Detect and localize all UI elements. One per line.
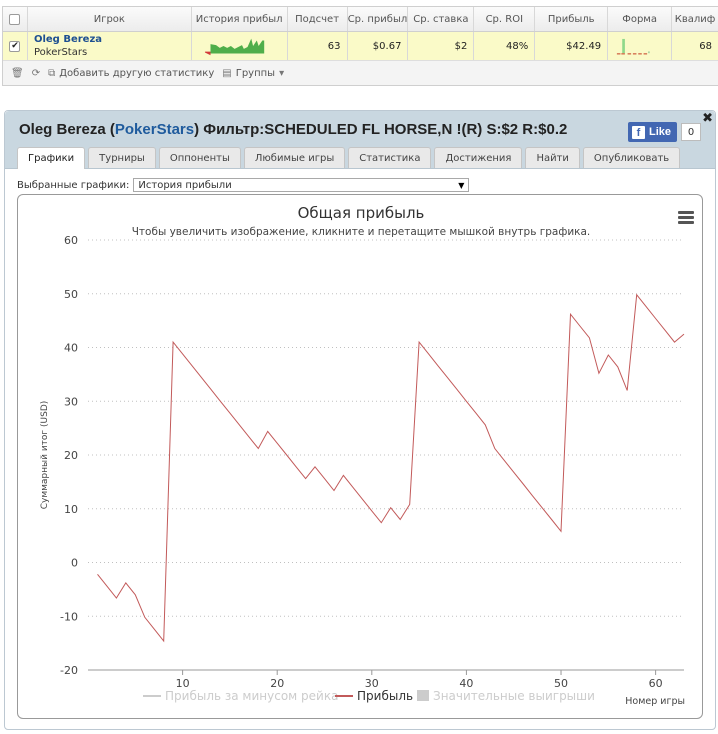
row-check-cell: ✔ [3, 32, 28, 60]
select-all-cell [3, 7, 28, 31]
chart-selector-label: Выбранные графики: [17, 179, 130, 191]
y-tick-label: -20 [60, 664, 78, 677]
table-toolbar: 🗑 ⟳ ⧉ Добавить другую статистику ▤ Групп… [3, 61, 718, 85]
x-axis-label: Номер игры [625, 696, 685, 707]
dropdown-arrow-icon: ▼ [458, 180, 465, 190]
chart-selector-value: История прибыли [138, 179, 232, 191]
like-count: 0 [681, 123, 701, 141]
legend-item-label[interactable]: Значительные выигрыши [433, 689, 595, 703]
select-all-checkbox[interactable] [9, 13, 21, 25]
add-stat-button[interactable]: ⧉ Добавить другую статистику [48, 68, 214, 79]
legend-item-label[interactable]: Прибыль за минусом рейка [165, 689, 338, 703]
y-tick-label: 0 [71, 557, 78, 570]
chart-title: Общая прибыль [298, 204, 425, 222]
groups-icon: ▤ [222, 67, 232, 79]
y-tick-label: 40 [64, 342, 78, 355]
table-header-row: Игрок История прибыл Подсчет Ср. прибыл … [3, 7, 718, 32]
column-header-avg-roi[interactable]: Ср. ROI [474, 7, 536, 31]
legend-item-label[interactable]: Прибыль [357, 689, 413, 703]
form-sparkline [617, 38, 650, 55]
column-header-player[interactable]: Игрок [28, 7, 192, 31]
tab-0[interactable]: Графики [17, 147, 86, 169]
column-header-qual[interactable]: Квалиф [672, 7, 718, 31]
tab-5[interactable]: Достижения [434, 147, 523, 168]
profit-history-sparkline [204, 38, 264, 55]
y-tick-label: -10 [60, 610, 78, 623]
groups-label: Группы [235, 67, 276, 79]
profit-history-sparkline-cell [192, 32, 288, 60]
trash-icon[interactable]: 🗑 [11, 68, 24, 79]
y-axis-label: Суммарный итог (USD) [40, 401, 50, 510]
count-cell: 63 [288, 32, 348, 60]
profit-cell: $42.49 [535, 32, 609, 60]
like-label: Like [648, 126, 671, 138]
avg-profit-cell: $0.67 [348, 32, 409, 60]
panel-tabs: Графики Турниры Оппоненты Любимые игры Стати… [17, 147, 681, 169]
series-line-profit [97, 293, 685, 643]
facebook-icon: f [631, 125, 645, 139]
player-cell: Oleg Bereza PokerStars [28, 32, 192, 60]
add-stat-label: Добавить другую статистику [59, 67, 215, 79]
column-header-avg-stake[interactable]: Ср. ставка [408, 7, 475, 31]
groups-dropdown[interactable]: ▤ Группы ▾ [222, 68, 284, 79]
title-open-paren: ( [105, 121, 115, 138]
tab-2[interactable]: Оппоненты [158, 147, 241, 168]
chart-menu-icon[interactable] [678, 211, 694, 226]
legend-symbol-significant-wins [417, 690, 429, 701]
panel-title: Oleg Bereza (PokerStars) Фильтр:SCHEDULE… [19, 121, 567, 138]
title-room-link[interactable]: PokerStars [115, 121, 194, 138]
refresh-icon[interactable]: ⟳ [32, 68, 40, 79]
tab-6[interactable]: Найти [525, 147, 580, 168]
avg-stake-cell: $2 [408, 32, 475, 60]
qual-cell: 68 [699, 40, 713, 52]
tab-3[interactable]: Любимые игры [243, 147, 346, 168]
panel-header: Oleg Bereza (PokerStars) Фильтр:SCHEDULE… [5, 111, 715, 169]
title-player: Oleg Bereza [19, 121, 106, 138]
y-tick-label: 60 [64, 234, 78, 247]
facebook-like-button[interactable]: f Like [627, 122, 677, 142]
chevron-down-icon: ▾ [279, 67, 285, 79]
chart-selector-row: Выбранные графики: История прибыли ▼ [17, 178, 470, 192]
facebook-like-widget: f Like 0 [627, 122, 701, 142]
player-stats-table: Игрок История прибыл Подсчет Ср. прибыл … [2, 6, 718, 86]
column-header-form[interactable]: Форма [608, 7, 673, 31]
x-tick-label: 60 [649, 677, 663, 690]
profit-chart[interactable]: Общая прибыль Чтобы увеличить изображение… [18, 195, 704, 720]
avg-roi-cell: 48% [474, 32, 536, 60]
column-header-profit[interactable]: Прибыль [535, 7, 609, 31]
column-header-profit-history[interactable]: История прибыл [192, 7, 288, 31]
chart-selector-dropdown[interactable]: История прибыли ▼ [133, 178, 470, 192]
y-tick-label: 10 [64, 503, 78, 516]
y-tick-label: 50 [64, 288, 78, 301]
player-detail-panel: Oleg Bereza (PokerStars) Фильтр:SCHEDULE… [4, 110, 716, 730]
column-header-avg-profit[interactable]: Ср. прибыл [348, 7, 409, 31]
y-tick-label: 30 [64, 395, 78, 408]
chart-container[interactable]: Общая прибыль Чтобы увеличить изображение… [17, 194, 703, 719]
form-sparkline-cell [608, 32, 673, 60]
tab-4[interactable]: Статистика [348, 147, 432, 168]
chart-subtitle: Чтобы увеличить изображение, кликните и … [132, 226, 591, 238]
close-icon[interactable]: ✖ [702, 111, 713, 126]
player-name-link[interactable]: Oleg Bereza [34, 34, 102, 45]
tab-7[interactable]: Опубликовать [582, 147, 681, 168]
y-tick-label: 20 [64, 449, 78, 462]
title-filter: ) Фильтр:SCHEDULED FL HORSE,N !(R) S:$2 … [194, 121, 568, 138]
tab-1[interactable]: Турниры [88, 147, 156, 168]
column-header-count[interactable]: Подсчет [288, 7, 348, 31]
add-column-icon: ⧉ [48, 67, 56, 79]
table-row[interactable]: ✔ Oleg Bereza PokerStars 63 $0.67 $2 48%… [3, 32, 718, 61]
row-checkbox[interactable]: ✔ [9, 40, 21, 52]
player-room: PokerStars [33, 47, 88, 58]
